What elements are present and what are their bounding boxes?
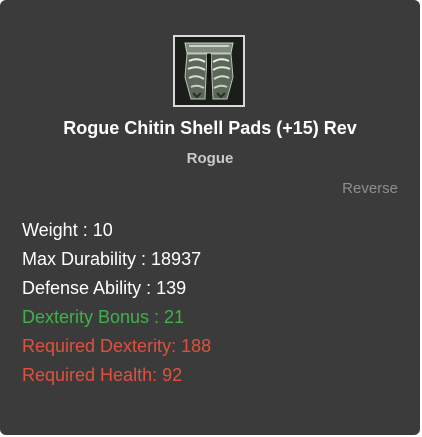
stat-defense-ability: Defense Ability : 139 [22, 278, 187, 298]
stat-weight: Weight : 10 [22, 220, 113, 240]
item-stats-list: Weight : 10 Max Durability : 18937 Defen… [22, 216, 211, 390]
chitin-shell-pads-graphic [175, 37, 243, 105]
item-tooltip: Rogue Chitin Shell Pads (+15) Rev Rogue … [0, 0, 420, 435]
stat-required-dexterity: Required Dexterity: 188 [22, 336, 212, 356]
stat-dexterity-bonus: Dexterity Bonus : 21 [22, 307, 185, 327]
item-name: Rogue Chitin Shell Pads (+15) Rev [63, 118, 357, 138]
stat-max-durability: Max Durability : 18937 [22, 249, 202, 269]
chitin-shell-pads-icon [173, 35, 245, 107]
item-tag: Reverse [342, 180, 398, 197]
item-class: Rogue [186, 150, 234, 167]
stat-required-health: Required Health: 92 [22, 365, 183, 385]
